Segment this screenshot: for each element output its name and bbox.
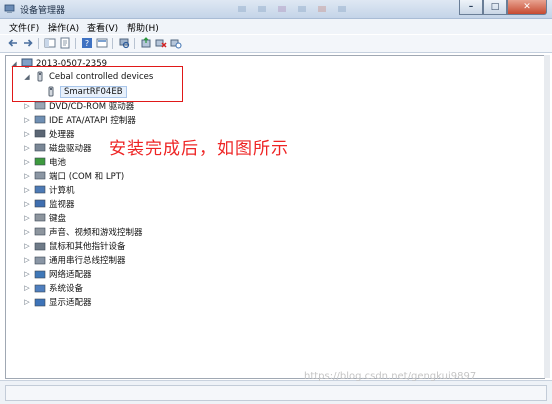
expand-arrow-icon[interactable]: ▷	[23, 214, 31, 222]
tree-category[interactable]: ▷ 键盘	[23, 211, 66, 224]
expand-arrow-icon[interactable]: ▷	[23, 186, 31, 194]
tree-category[interactable]: ▷ 系统设备	[23, 282, 83, 295]
category-label: 端口 (COM 和 LPT)	[49, 171, 125, 182]
svg-text:?: ?	[85, 39, 89, 48]
expand-arrow-icon[interactable]: ▷	[23, 144, 31, 152]
category-label: 处理器	[49, 129, 75, 140]
annotation-caption: 安装完成后，如图所示	[109, 139, 289, 159]
menu-file[interactable]: 文件(F)	[9, 21, 39, 34]
forward-icon[interactable]	[22, 37, 34, 49]
device-category-icon	[34, 200, 46, 208]
tree-category[interactable]: ▷ IDE ATA/ATAPI 控制器	[23, 113, 136, 126]
category-label: 通用串行总线控制器	[49, 256, 126, 267]
device-category-icon	[34, 115, 46, 124]
menu-bar: 文件(F) 操作(A) 查看(V) 帮助(H)	[0, 19, 552, 34]
scan-hardware-icon[interactable]	[118, 37, 130, 49]
tree-category[interactable]: ▷ 处理器	[23, 127, 75, 140]
menu-help[interactable]: 帮助(H)	[127, 21, 159, 34]
minimize-button[interactable]: –	[459, 0, 483, 15]
device-manager-app-icon	[4, 4, 15, 13]
expand-arrow-icon[interactable]: ▷	[23, 228, 31, 236]
category-label: 电池	[49, 157, 67, 168]
menu-view[interactable]: 查看(V)	[87, 21, 118, 34]
expand-arrow-icon[interactable]: ▷	[23, 256, 31, 264]
category-label: 声音、视频和游戏控制器	[49, 227, 143, 238]
back-icon[interactable]	[7, 37, 19, 49]
category-label: 鼠标和其他指针设备	[49, 242, 126, 252]
title-bar: 设备管理器 – □ ✕	[0, 0, 552, 19]
device-category-icon	[34, 171, 46, 180]
refresh-icon[interactable]	[96, 37, 108, 49]
device-category-icon	[34, 298, 46, 306]
device-category-icon	[34, 242, 46, 250]
tree-category[interactable]: ▷ 电池	[23, 155, 66, 168]
category-label: 键盘	[49, 213, 67, 224]
status-bar	[0, 380, 552, 404]
highlight-box	[12, 66, 183, 102]
category-label: 系统设备	[49, 284, 84, 295]
device-category-icon	[34, 157, 46, 166]
category-label: 磁盘驱动器	[49, 143, 92, 154]
category-label: 显示适配器	[49, 298, 92, 309]
expand-arrow-icon[interactable]: ▷	[23, 102, 31, 110]
expand-arrow-icon[interactable]: ▷	[23, 116, 31, 124]
close-button[interactable]: ✕	[507, 0, 547, 15]
tree-category[interactable]: ▷ 声音、视频和游戏控制器	[23, 225, 143, 238]
help-icon[interactable]: ?	[81, 37, 93, 49]
device-category-icon	[34, 228, 46, 236]
tree-category[interactable]: ▷ 端口 (COM 和 LPT)	[23, 169, 124, 182]
update-driver-icon[interactable]	[140, 37, 152, 49]
expand-arrow-icon[interactable]: ▷	[23, 200, 31, 208]
device-category-icon	[34, 185, 46, 194]
tree-category[interactable]: ▷ 显示适配器	[23, 296, 92, 309]
device-category-icon	[34, 129, 46, 138]
tree-category[interactable]: ▷ 鼠标和其他指针设备	[23, 240, 126, 253]
disable-icon[interactable]	[170, 37, 182, 49]
expand-arrow-icon[interactable]: ▷	[23, 270, 31, 278]
category-label: DVD/CD-ROM 驱动器	[49, 101, 135, 112]
device-category-icon	[34, 284, 46, 292]
tree-category[interactable]: ▷ DVD/CD-ROM 驱动器	[23, 99, 134, 112]
menu-action[interactable]: 操作(A)	[48, 21, 79, 34]
expand-arrow-icon[interactable]: ▷	[23, 172, 31, 180]
device-category-icon	[34, 270, 46, 278]
maximize-button[interactable]: □	[483, 0, 507, 15]
tree-category[interactable]: ▷ 网络适配器	[23, 268, 92, 281]
properties-icon[interactable]	[59, 37, 71, 49]
window-title: 设备管理器	[20, 6, 66, 16]
category-label: 计算机	[49, 185, 75, 196]
vertical-scrollbar[interactable]	[544, 55, 550, 378]
device-category-icon	[34, 256, 46, 264]
expand-arrow-icon[interactable]: ▷	[23, 284, 31, 292]
category-label: 监视器	[49, 199, 75, 210]
toolbar: ?	[0, 35, 552, 53]
tree-category[interactable]: ▷ 计算机	[23, 183, 75, 196]
tree-category[interactable]: ▷ 磁盘驱动器	[23, 141, 92, 154]
expand-arrow-icon[interactable]: ▷	[23, 130, 31, 138]
console-tree-icon[interactable]	[44, 37, 56, 49]
uninstall-icon[interactable]	[155, 37, 167, 49]
expand-arrow-icon[interactable]: ▷	[23, 298, 31, 306]
device-category-icon	[34, 101, 46, 110]
expand-arrow-icon[interactable]: ▷	[23, 158, 31, 166]
expand-arrow-icon[interactable]: ▷	[23, 242, 31, 250]
watermark: https://blog.csdn.net/gengkui9897	[304, 371, 477, 382]
category-label: IDE ATA/ATAPI 控制器	[49, 115, 136, 126]
tree-category[interactable]: ▷ 通用串行总线控制器	[23, 254, 126, 267]
device-category-icon	[34, 143, 46, 152]
device-category-icon	[34, 214, 46, 222]
faded-taskbar-icons	[238, 6, 346, 12]
category-label: 网络适配器	[49, 270, 92, 281]
tree-category[interactable]: ▷ 监视器	[23, 197, 75, 210]
